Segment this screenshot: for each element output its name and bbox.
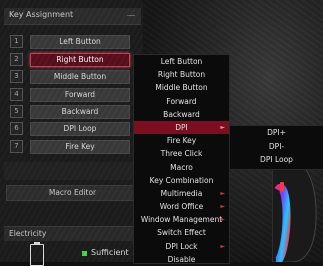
submenu-arrow-icon: ►: [220, 242, 225, 250]
submenu-arrow-icon: ►: [220, 216, 225, 224]
battery-status: Sufficient: [91, 248, 129, 257]
menu-item-word-office[interactable]: Word Office ►: [134, 200, 229, 213]
menu-item-switch-effect[interactable]: Switch Effect: [134, 226, 229, 239]
key-number: 7: [10, 140, 23, 153]
submenu-item-label: DPI-: [268, 141, 285, 151]
menu-item-label: Left Button: [160, 57, 203, 66]
menu-item-three-click[interactable]: Three Click: [134, 147, 229, 160]
menu-item-middle-button[interactable]: Middle Button: [134, 81, 229, 94]
key-row-3: 3 Middle Button: [10, 70, 130, 84]
menu-item-label: DPI Lock: [165, 241, 198, 251]
menu-item-label: Three Click: [160, 149, 203, 159]
submenu-arrow-icon: ►: [220, 123, 225, 131]
key-row-7: 7 Fire Key: [10, 140, 130, 154]
mouse-illustration: [272, 160, 317, 262]
menu-item-key-combination[interactable]: Key Combination: [134, 174, 229, 187]
menu-item-left-button[interactable]: Left Button: [134, 55, 229, 68]
menu-item-label: Backward: [163, 109, 200, 119]
divider-band: [4, 162, 141, 180]
key-row-4: 4 Forward: [10, 88, 130, 102]
submenu-item-label: DPI+: [267, 128, 286, 137]
key-assignment-header: Key Assignment: [4, 8, 141, 25]
battery-icon: [30, 242, 44, 266]
key-function-menu: Left Button Right Button Middle Button F…: [133, 54, 230, 264]
key-number: 3: [10, 70, 23, 83]
menu-item-label: Word Office: [159, 202, 204, 212]
key-row-5: 5 Backward: [10, 105, 130, 119]
key-button-5[interactable]: Backward: [30, 105, 130, 119]
submenu-item-label: DPI Loop: [260, 155, 293, 164]
menu-item-label: Right Button: [157, 70, 206, 80]
menu-item-label: Forward: [166, 96, 197, 106]
menu-item-label: Disable: [167, 254, 196, 264]
menu-item-dpi[interactable]: DPI ►: [134, 120, 229, 135]
key-assignment-panel: Key Assignment 1 Left Button 2 Right But…: [0, 0, 143, 266]
menu-item-multimedia[interactable]: Multimedia ►: [134, 187, 229, 200]
status-indicator-icon: [82, 251, 87, 256]
macro-editor-button[interactable]: Macro Editor: [6, 185, 139, 201]
electricity-title: Electricity: [9, 229, 47, 238]
key-number: 1: [10, 35, 23, 48]
menu-item-label: Middle Button: [155, 83, 208, 93]
menu-item-label: Switch Effect: [157, 228, 206, 238]
menu-item-label: Key Combination: [149, 175, 214, 185]
key-row-6: 6 DPI Loop: [10, 122, 130, 136]
key-button-7[interactable]: Fire Key: [30, 140, 130, 154]
menu-item-label: Window Management: [140, 215, 223, 225]
dpi-submenu: DPI+ DPI- DPI Loop: [229, 125, 323, 170]
menu-item-label: Fire Key: [166, 136, 197, 146]
submenu-item-dpi-loop[interactable]: DPI Loop: [230, 153, 323, 167]
minimize-icon[interactable]: [127, 15, 135, 16]
key-number: 6: [10, 122, 23, 135]
menu-item-label: Multimedia: [160, 188, 203, 198]
submenu-item-dpi-plus[interactable]: DPI+: [230, 126, 323, 140]
key-button-4[interactable]: Forward: [30, 88, 130, 102]
key-number: 5: [10, 105, 23, 118]
menu-item-backward[interactable]: Backward: [134, 108, 229, 121]
key-number: 4: [10, 88, 23, 101]
menu-item-forward[interactable]: Forward: [134, 95, 229, 108]
menu-item-window-management[interactable]: Window Management ►: [134, 213, 229, 226]
panel-title: Key Assignment: [9, 10, 74, 19]
key-number: 2: [10, 53, 23, 66]
key-button-1[interactable]: Left Button: [30, 35, 130, 49]
menu-item-label: Macro: [170, 162, 193, 172]
key-row-1: 1 Left Button: [10, 35, 130, 49]
submenu-item-dpi-minus[interactable]: DPI-: [230, 140, 323, 154]
menu-item-macro[interactable]: Macro: [134, 161, 229, 174]
menu-item-right-button[interactable]: Right Button: [134, 68, 229, 81]
menu-item-dpi-lock[interactable]: DPI Lock ►: [134, 240, 229, 253]
key-button-2[interactable]: Right Button: [30, 53, 130, 67]
menu-item-fire-key[interactable]: Fire Key: [134, 134, 229, 147]
key-button-3[interactable]: Middle Button: [30, 70, 130, 84]
menu-item-label: DPI: [175, 122, 188, 132]
menu-item-disable[interactable]: Disable: [134, 253, 229, 264]
submenu-arrow-icon: ►: [220, 189, 225, 197]
electricity-header: Electricity: [4, 226, 141, 241]
key-row-2: 2 Right Button: [10, 53, 130, 67]
key-button-6[interactable]: DPI Loop: [30, 122, 130, 136]
submenu-arrow-icon: ►: [220, 203, 225, 211]
